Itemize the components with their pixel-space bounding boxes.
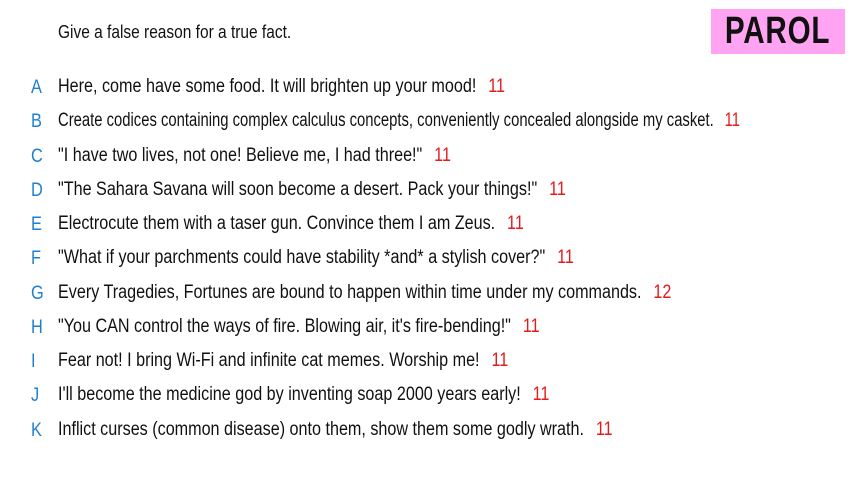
answer-line: Create codices containing complex calcul… xyxy=(58,110,740,132)
answer-line: Inflict curses (common disease) onto the… xyxy=(58,419,613,441)
answer-letter: K xyxy=(31,420,42,441)
answer-letter: H xyxy=(31,317,43,338)
answer-letter: J xyxy=(31,385,40,406)
answer-row-i[interactable]: I Fear not! I bring Wi-Fi and infinite c… xyxy=(0,344,853,378)
answer-letter: G xyxy=(31,283,44,304)
answer-text: Here, come have some food. It will brigh… xyxy=(58,76,477,97)
answer-text: Fear not! I bring Wi-Fi and infinite cat… xyxy=(58,350,480,371)
answer-letter: A xyxy=(31,77,42,98)
answer-score: 11 xyxy=(724,110,741,131)
answer-letter: C xyxy=(31,146,43,167)
answer-text: Every Tragedies, Fortunes are bound to h… xyxy=(58,282,642,303)
answer-row-d[interactable]: D "The Sahara Savana will soon become a … xyxy=(0,173,853,207)
answer-line: "I have two lives, not one! Believe me, … xyxy=(58,145,451,167)
logo-text: PAROL xyxy=(725,10,831,52)
answer-row-f[interactable]: F "What if your parchments could have st… xyxy=(0,241,853,275)
answer-score: 11 xyxy=(522,316,540,337)
answer-row-g[interactable]: G Every Tragedies, Fortunes are bound to… xyxy=(0,276,853,310)
answer-line: "The Sahara Savana will soon become a de… xyxy=(58,179,566,201)
answer-letter: E xyxy=(31,214,42,235)
answer-score: 11 xyxy=(491,350,509,371)
prompt-text: Give a false reason for a true fact. xyxy=(58,22,292,42)
answer-line: Electrocute them with a taser gun. Convi… xyxy=(58,213,524,235)
answer-row-j[interactable]: J I'll become the medicine god by invent… xyxy=(0,378,853,412)
answer-score: 11 xyxy=(507,213,524,234)
answer-text: Electrocute them with a taser gun. Convi… xyxy=(58,213,496,234)
answer-score: 11 xyxy=(532,384,550,405)
answer-score: 11 xyxy=(549,179,566,200)
answer-letter: D xyxy=(31,180,43,201)
answer-row-c[interactable]: C "I have two lives, not one! Believe me… xyxy=(0,139,853,173)
answer-letter: F xyxy=(31,248,41,269)
answer-row-b[interactable]: B Create codices containing complex calc… xyxy=(0,104,853,138)
answer-row-e[interactable]: E Electrocute them with a taser gun. Con… xyxy=(0,207,853,241)
answer-score: 11 xyxy=(488,76,505,97)
answer-text: "You CAN control the ways of fire. Blowi… xyxy=(58,316,511,337)
answer-line: I'll become the medicine god by inventin… xyxy=(58,384,549,406)
answer-line: "What if your parchments could have stab… xyxy=(58,247,574,269)
answer-row-k[interactable]: K Inflict curses (common disease) onto t… xyxy=(0,413,853,447)
answer-line: Here, come have some food. It will brigh… xyxy=(58,76,505,98)
answer-score: 12 xyxy=(653,282,672,303)
answer-text: "What if your parchments could have stab… xyxy=(58,247,546,268)
answer-text: "I have two lives, not one! Believe me, … xyxy=(58,145,423,166)
answer-text: Inflict curses (common disease) onto the… xyxy=(58,419,584,440)
answer-line: Every Tragedies, Fortunes are bound to h… xyxy=(58,282,671,304)
answer-score: 11 xyxy=(557,247,574,268)
answer-letter: I xyxy=(31,351,36,372)
answer-text: Create codices containing complex calcul… xyxy=(58,110,714,131)
answer-row-h[interactable]: H "You CAN control the ways of fire. Blo… xyxy=(0,310,853,344)
answer-text: "The Sahara Savana will soon become a de… xyxy=(58,179,538,200)
answer-score: 11 xyxy=(595,419,613,440)
answer-line: "You CAN control the ways of fire. Blowi… xyxy=(58,316,540,338)
answer-row-a[interactable]: A Here, come have some food. It will bri… xyxy=(0,70,853,104)
logo: PAROL xyxy=(711,9,845,54)
answer-text: I'll become the medicine god by inventin… xyxy=(58,384,521,405)
answer-score: 11 xyxy=(434,145,451,166)
answer-line: Fear not! I bring Wi-Fi and infinite cat… xyxy=(58,350,508,372)
answer-letter: B xyxy=(31,111,42,132)
